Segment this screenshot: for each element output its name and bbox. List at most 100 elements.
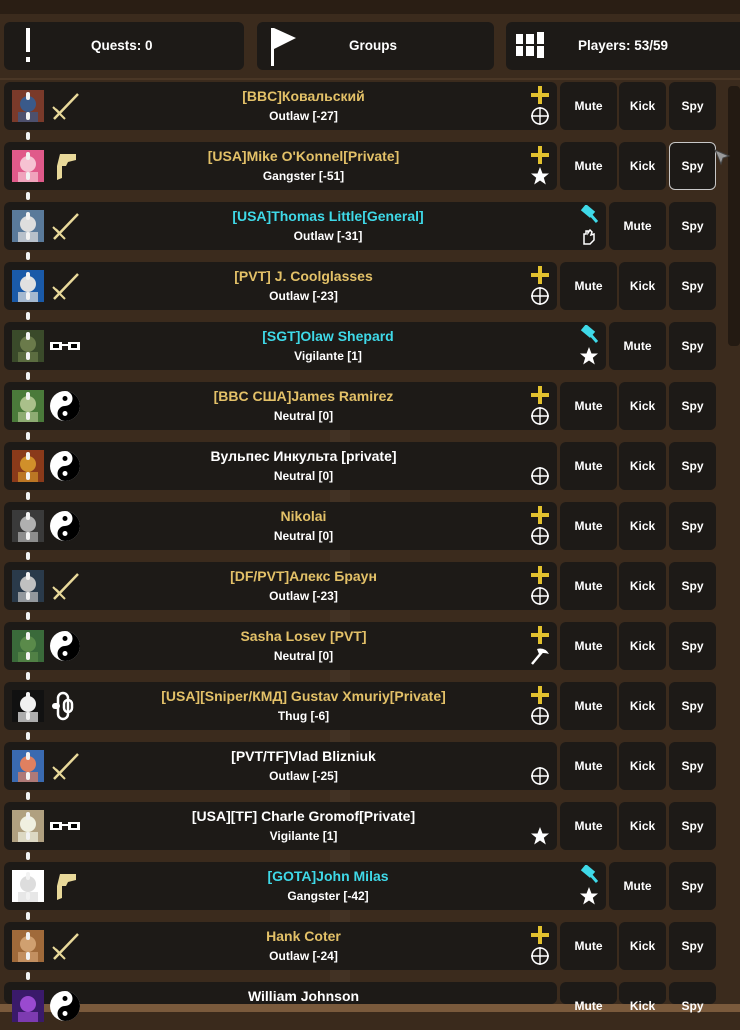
- spy-button[interactable]: Spy: [669, 982, 716, 1013]
- kick-button[interactable]: Kick: [619, 742, 666, 790]
- timeline-dot: [26, 872, 30, 880]
- spy-button[interactable]: Spy: [669, 622, 716, 670]
- mute-button[interactable]: Mute: [609, 202, 666, 250]
- crosshair-icon[interactable]: [529, 466, 551, 486]
- plus-icon[interactable]: [529, 685, 551, 705]
- kick-button[interactable]: Kick: [619, 622, 666, 670]
- player-row[interactable]: [DF/PVT]Алекс Браун Outlaw [-23]: [4, 562, 557, 610]
- player-row[interactable]: [USA][TF] Charle Gromof[Private] Vigilant…: [4, 802, 557, 850]
- player-name: Вульпес Инкульта [private]: [210, 448, 397, 464]
- spy-button[interactable]: Spy: [669, 562, 716, 610]
- plus-icon[interactable]: [529, 85, 551, 105]
- player-row[interactable]: Hank Coter Outlaw [-24]: [4, 922, 557, 970]
- crosshair-icon[interactable]: [529, 706, 551, 726]
- player-row[interactable]: Вульпес Инкульта [private] Neutral [0]: [4, 442, 557, 490]
- kick-button[interactable]: Kick: [619, 502, 666, 550]
- players-button[interactable]: Players: 53/59: [506, 22, 740, 70]
- timeline-dot: [26, 172, 30, 180]
- mute-button[interactable]: Mute: [560, 922, 617, 970]
- star-icon[interactable]: [529, 166, 551, 186]
- mute-button[interactable]: Mute: [560, 562, 617, 610]
- player-row[interactable]: [PVT/TF]Vlad Blizniuk Outlaw [-25]: [4, 742, 557, 790]
- mute-button[interactable]: Mute: [609, 322, 666, 370]
- hand-icon[interactable]: [578, 226, 600, 246]
- mute-button[interactable]: Mute: [560, 262, 617, 310]
- player-status: Neutral [0]: [273, 409, 334, 423]
- plus-icon[interactable]: [529, 265, 551, 285]
- crosshair-icon[interactable]: [529, 406, 551, 426]
- kick-button[interactable]: Kick: [619, 802, 666, 850]
- kick-button[interactable]: Kick: [619, 382, 666, 430]
- spy-button[interactable]: Spy: [669, 862, 716, 910]
- player-status: Vigilante [1]: [269, 829, 338, 843]
- timeline-dot: [26, 912, 30, 920]
- hammer-icon[interactable]: [578, 204, 600, 225]
- kick-button[interactable]: Kick: [619, 442, 666, 490]
- kick-button[interactable]: Kick: [619, 682, 666, 730]
- mute-button[interactable]: Mute: [560, 802, 617, 850]
- plus-icon[interactable]: [529, 565, 551, 585]
- crosshair-icon[interactable]: [529, 586, 551, 606]
- crosshair-icon[interactable]: [529, 946, 551, 966]
- groups-button[interactable]: Groups: [257, 22, 494, 70]
- spy-button[interactable]: Spy: [669, 382, 716, 430]
- spy-button[interactable]: Spy: [669, 802, 716, 850]
- kick-button[interactable]: Kick: [619, 82, 666, 130]
- mute-button[interactable]: Mute: [560, 682, 617, 730]
- player-row[interactable]: [PVT] J. Coolglasses Outlaw [-23]: [4, 262, 557, 310]
- plus-icon[interactable]: [529, 385, 551, 405]
- timeline-dot: [26, 732, 30, 740]
- mute-button[interactable]: Mute: [560, 82, 617, 130]
- player-row[interactable]: Sasha Losev [PVT] Neutral [0]: [4, 622, 557, 670]
- crosshair-icon[interactable]: [529, 106, 551, 126]
- player-row[interactable]: [USA]Mike O'Konnel[Private] Gangster [-51…: [4, 142, 557, 190]
- kick-button[interactable]: Kick: [619, 562, 666, 610]
- star-icon[interactable]: [578, 886, 600, 906]
- spy-button[interactable]: Spy: [669, 502, 716, 550]
- spy-button[interactable]: Spy: [669, 682, 716, 730]
- player-row[interactable]: [GOTA]John Milas Gangster [-42]: [4, 862, 606, 910]
- kick-button[interactable]: Kick: [619, 142, 666, 190]
- spy-button[interactable]: Spy: [669, 142, 716, 190]
- mute-button[interactable]: Mute: [560, 142, 617, 190]
- spy-button[interactable]: Spy: [669, 922, 716, 970]
- mute-button[interactable]: Mute: [560, 442, 617, 490]
- spy-button[interactable]: Spy: [669, 742, 716, 790]
- plus-icon[interactable]: [529, 625, 551, 645]
- hammer-icon[interactable]: [578, 864, 600, 885]
- star-icon[interactable]: [529, 826, 551, 846]
- spy-button[interactable]: Spy: [669, 442, 716, 490]
- player-row[interactable]: [SGT]Olaw Shepard Vigilante [1]: [4, 322, 606, 370]
- star-icon[interactable]: [578, 346, 600, 366]
- mute-button[interactable]: Mute: [560, 382, 617, 430]
- mute-button[interactable]: Mute: [560, 622, 617, 670]
- player-row[interactable]: William Johnson: [4, 982, 557, 1022]
- crosshair-icon[interactable]: [529, 286, 551, 306]
- player-row[interactable]: [USA]Thomas Little[General] Outlaw [-31]: [4, 202, 606, 250]
- timeline-dot: [26, 552, 30, 560]
- kick-button[interactable]: Kick: [619, 262, 666, 310]
- mute-button[interactable]: Mute: [560, 742, 617, 790]
- kick-button[interactable]: Kick: [619, 982, 666, 1013]
- spy-button[interactable]: Spy: [669, 82, 716, 130]
- spy-button[interactable]: Spy: [669, 322, 716, 370]
- player-row[interactable]: [BBC]Ковальский Outlaw [-27]: [4, 82, 557, 130]
- plus-icon[interactable]: [529, 505, 551, 525]
- mute-button[interactable]: Mute: [560, 502, 617, 550]
- player-row[interactable]: [BBC США]James Ramirez Neutral [0]: [4, 382, 557, 430]
- spy-button[interactable]: Spy: [669, 202, 716, 250]
- kick-button[interactable]: Kick: [619, 922, 666, 970]
- crosshair-icon[interactable]: [529, 526, 551, 546]
- plus-icon[interactable]: [529, 925, 551, 945]
- pickaxe-icon[interactable]: [529, 646, 551, 666]
- quests-button[interactable]: Quests: 0: [4, 22, 244, 70]
- player-row[interactable]: [USA][Sniper/КМД] Gustav Xmuriy[Private]…: [4, 682, 557, 730]
- mute-button[interactable]: Mute: [609, 862, 666, 910]
- plus-icon[interactable]: [529, 145, 551, 165]
- spy-button[interactable]: Spy: [669, 262, 716, 310]
- player-name: [DF/PVT]Алекс Браун: [230, 568, 377, 584]
- crosshair-icon[interactable]: [529, 766, 551, 786]
- hammer-icon[interactable]: [578, 324, 600, 345]
- player-row[interactable]: Nikolai Neutral [0]: [4, 502, 557, 550]
- mute-button[interactable]: Mute: [560, 982, 617, 1013]
